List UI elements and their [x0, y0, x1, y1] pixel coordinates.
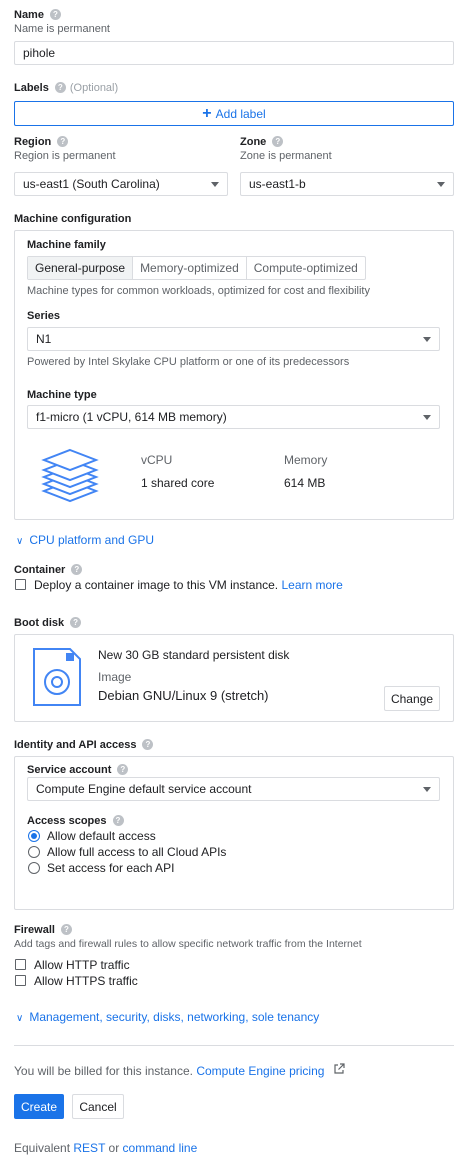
name-value: pihole [23, 46, 56, 60]
dropdown-caret-icon [211, 181, 219, 187]
service-account-label: Service account? [27, 764, 129, 776]
cpu-platform-link[interactable]: ∨ CPU platform and GPU [16, 533, 154, 547]
help-icon[interactable]: ? [142, 739, 154, 750]
optional-text: (Optional) [69, 82, 119, 94]
cancel-button[interactable]: Cancel [72, 1094, 124, 1119]
vcpu-header: vCPU [141, 453, 173, 467]
chevron-down-icon: ∨ [16, 1013, 24, 1024]
region-label: Region? [14, 136, 69, 148]
help-icon[interactable]: ? [71, 564, 83, 575]
http-checkbox-label: Allow HTTP traffic [34, 958, 130, 972]
region-value: us-east1 (South Carolina) [23, 177, 160, 191]
radio-allow-default-access[interactable] [28, 830, 40, 842]
command-line-link[interactable]: command line [123, 1141, 198, 1155]
http-checkbox[interactable] [15, 959, 26, 970]
machine-type-select[interactable]: f1-micro (1 vCPU, 614 MB memory) [27, 405, 440, 429]
tab-compute-optimized[interactable]: Compute-optimized [245, 257, 365, 279]
zone-hint: Zone is permanent [240, 150, 332, 162]
chevron-down-icon: ∨ [16, 536, 24, 547]
tab-memory-optimized[interactable]: Memory-optimized [132, 257, 246, 279]
name-label: Name? [14, 9, 61, 21]
firewall-label: Firewall? [14, 924, 72, 936]
access-scopes-label: Access scopes? [27, 815, 124, 827]
change-boot-disk-button[interactable]: Change [384, 686, 440, 711]
identity-label: Identity and API access? [14, 739, 154, 751]
help-icon[interactable]: ? [112, 815, 124, 826]
machine-family-desc: Machine types for common workloads, opti… [27, 285, 370, 297]
service-account-select[interactable]: Compute Engine default service account [27, 777, 440, 801]
scope-option-label: Allow default access [47, 829, 156, 843]
zone-label: Zone? [240, 136, 284, 148]
tab-general-purpose[interactable]: General-purpose [28, 257, 133, 279]
help-icon[interactable]: ? [272, 136, 284, 147]
memory-header: Memory [284, 453, 328, 467]
series-label: Series [27, 310, 61, 322]
boot-disk-title: New 30 GB standard persistent disk [98, 648, 290, 662]
vcpu-value: 1 shared core [141, 476, 215, 490]
name-hint: Name is permanent [14, 23, 110, 35]
dropdown-caret-icon [423, 336, 431, 342]
boot-disk-image-label: Image [98, 670, 132, 684]
learn-more-link[interactable]: Learn more [281, 578, 342, 592]
help-icon[interactable]: ? [54, 82, 66, 93]
firewall-desc: Add tags and firewall rules to allow spe… [14, 938, 362, 950]
help-icon[interactable]: ? [57, 136, 69, 147]
region-select[interactable]: us-east1 (South Carolina) [14, 172, 228, 196]
billing-text: You will be billed for this instance. Co… [14, 1064, 325, 1078]
equivalent-text: Equivalent REST or command line [14, 1141, 198, 1155]
help-icon[interactable]: ? [117, 764, 129, 775]
divider [14, 1045, 454, 1046]
series-desc: Powered by Intel Skylake CPU platform or… [27, 356, 350, 368]
boot-disk-image-value: Debian GNU/Linux 9 (stretch) [98, 688, 269, 703]
help-icon[interactable]: ? [49, 9, 61, 20]
boot-disk-label: Boot disk? [14, 617, 82, 629]
series-select[interactable]: N1 [27, 327, 440, 351]
zone-value: us-east1-b [249, 177, 306, 191]
disk-icon [32, 647, 82, 707]
scope-option-label: Allow full access to all Cloud APIs [47, 845, 227, 859]
machine-config-title: Machine configuration [14, 213, 132, 225]
memory-value: 614 MB [284, 476, 326, 490]
dropdown-caret-icon [423, 786, 431, 792]
machine-stack-icon [40, 445, 100, 505]
service-account-value: Compute Engine default service account [36, 782, 252, 796]
radio-set-access-each-api[interactable] [28, 862, 40, 874]
zone-select[interactable]: us-east1-b [240, 172, 454, 196]
name-input[interactable]: pihole [14, 41, 454, 65]
machine-type-label: Machine type [27, 389, 97, 401]
create-button[interactable]: Create [14, 1094, 64, 1119]
help-icon[interactable]: ? [60, 924, 72, 935]
container-checkbox[interactable] [15, 579, 26, 590]
dropdown-caret-icon [437, 181, 445, 187]
https-checkbox[interactable] [15, 975, 26, 986]
region-hint: Region is permanent [14, 150, 116, 162]
labels-label: Labels? (Optional) [14, 82, 119, 94]
container-label: Container? [14, 564, 83, 576]
external-link-icon[interactable] [333, 1063, 345, 1075]
scope-option-label: Set access for each API [47, 861, 175, 875]
rest-link[interactable]: REST [73, 1141, 105, 1155]
radio-allow-full-access[interactable] [28, 846, 40, 858]
machine-type-value: f1-micro (1 vCPU, 614 MB memory) [36, 410, 227, 424]
container-checkbox-label: Deploy a container image to this VM inst… [34, 578, 343, 592]
machine-family-tabs: General-purpose Memory-optimized Compute… [27, 256, 366, 280]
plus-icon: + [202, 104, 212, 122]
https-checkbox-label: Allow HTTPS traffic [34, 974, 138, 988]
dropdown-caret-icon [423, 414, 431, 420]
management-link[interactable]: ∨ Management, security, disks, networking… [16, 1010, 319, 1024]
pricing-link[interactable]: Compute Engine pricing [196, 1064, 324, 1078]
add-label-button[interactable]: + Add label [14, 101, 454, 126]
machine-family-label: Machine family [27, 239, 106, 251]
help-icon[interactable]: ? [70, 617, 82, 628]
series-value: N1 [36, 332, 52, 346]
add-label-text: Add label [215, 106, 266, 121]
